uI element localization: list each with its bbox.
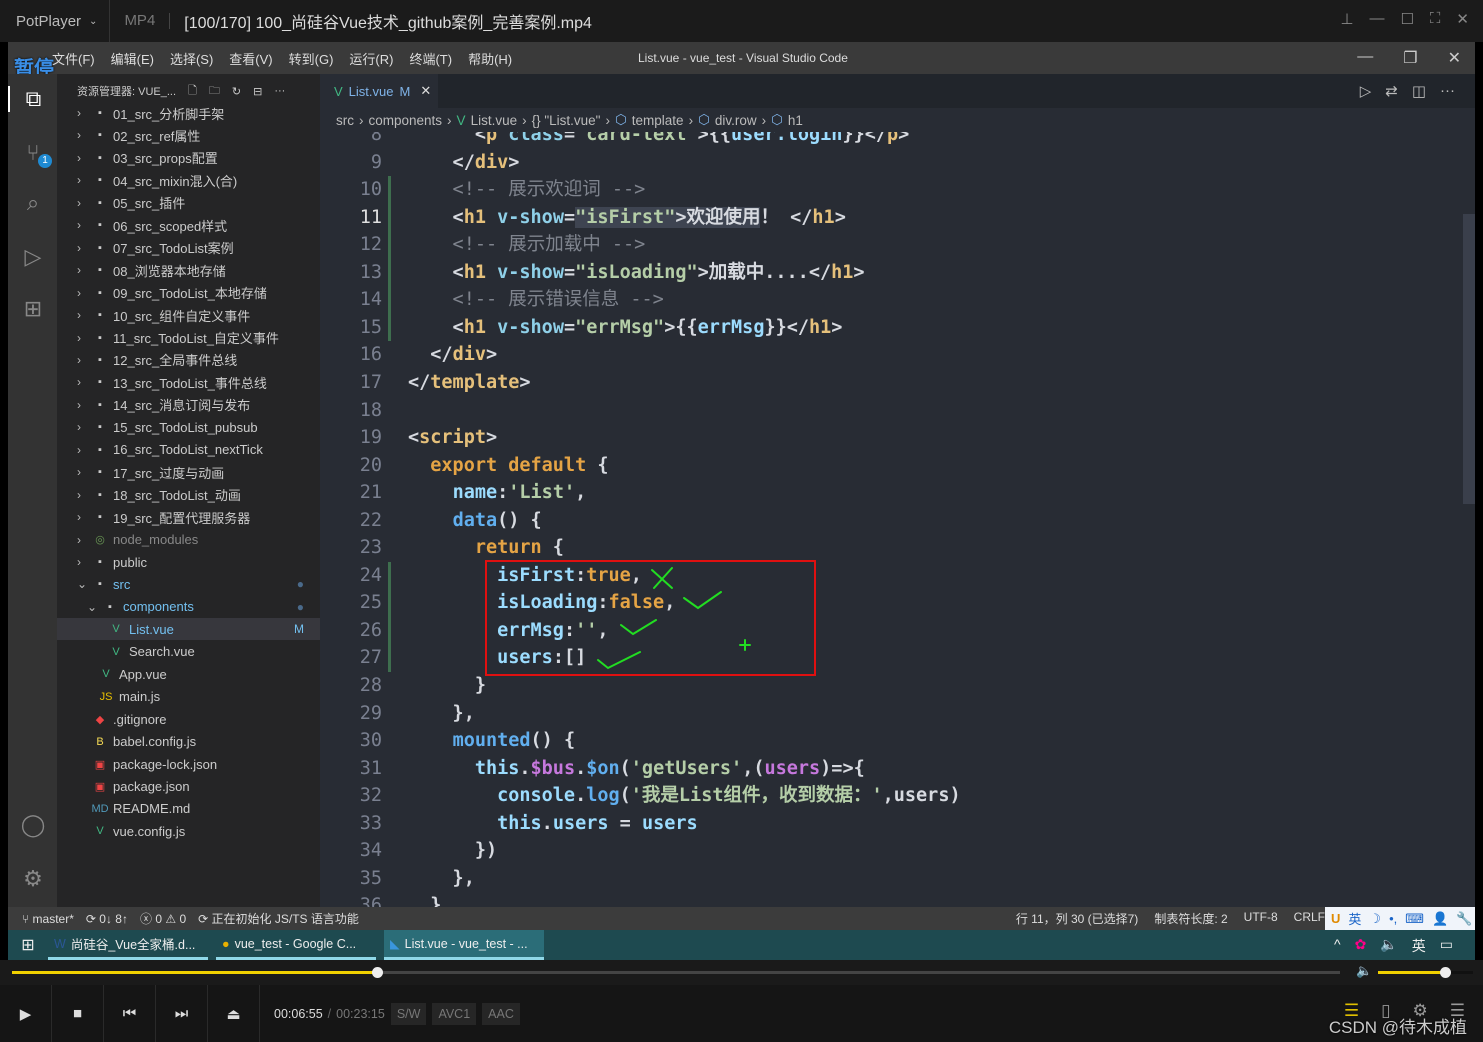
video-codec-tag[interactable]: AVC1: [432, 1002, 477, 1025]
check-mark: [683, 591, 722, 610]
word-icon: W: [54, 936, 66, 951]
time-current: 00:06:55: [274, 1006, 323, 1021]
seek-fill: [12, 971, 378, 974]
start-button[interactable]: ⊞: [8, 930, 48, 960]
time-total: 00:23:15: [336, 1006, 385, 1021]
watermark: CSDN @待木成植: [1328, 1018, 1467, 1037]
branch-status[interactable]: ⑂ master*: [22, 912, 74, 926]
taskbar-item[interactable]: ◣ List.vue - vue_test - ...: [384, 930, 544, 960]
task-status: ⟳ 正在初始化 JS/TS 语言功能: [198, 912, 359, 926]
audio-codec-tag[interactable]: AAC: [482, 1002, 520, 1025]
plus-mark: [739, 639, 751, 651]
keyboard-icon: ⌨: [1405, 910, 1424, 926]
wrench-icon: 🔧: [1456, 910, 1473, 926]
notification-icon[interactable]: ▭: [1440, 936, 1453, 956]
volume-icon[interactable]: 🔈: [1380, 936, 1397, 956]
mute-icon[interactable]: 🔈: [1356, 963, 1372, 979]
taskbar-item-label: 尚硅谷_Vue全家桶.d...: [70, 938, 196, 952]
taskbar-item[interactable]: ● vue_test - Google C...: [216, 930, 376, 960]
cross-mark: [651, 567, 673, 589]
seek-handle[interactable]: [372, 967, 384, 978]
check-mark: [597, 651, 641, 670]
problems-status[interactable]: ⓧ 0 ⚠ 0: [140, 910, 186, 927]
volume-handle[interactable]: [1439, 967, 1451, 978]
taskbar-item-label: vue_test - Google C...: [234, 936, 357, 951]
chrome-icon: ●: [222, 936, 230, 951]
ime-logo-icon: U: [1331, 911, 1341, 926]
ime-indicator[interactable]: 英: [1412, 936, 1426, 956]
play-button[interactable]: ▶: [0, 985, 52, 1042]
seek-area: 🔈: [0, 960, 1483, 985]
tab-size[interactable]: 制表符长度: 2: [1154, 910, 1227, 927]
vscode-icon: ◣: [390, 937, 400, 951]
check-mark: [620, 619, 657, 636]
next-button[interactable]: ⏭: [156, 985, 208, 1042]
eject-button[interactable]: ⏏: [208, 985, 260, 1042]
punct-icon: •,: [1389, 911, 1398, 926]
encoding[interactable]: UTF-8: [1244, 910, 1278, 927]
previous-button[interactable]: ⏮: [104, 985, 156, 1042]
stop-button[interactable]: ■: [52, 985, 104, 1042]
taskbar-item-label: List.vue - vue_test - ...: [404, 936, 528, 951]
player-controls: ▶ ■ ⏮ ⏭ ⏏ 00:06:55 / 00:23:15 S/W AVC1 A…: [0, 985, 1483, 1042]
cursor-position[interactable]: 行 11，列 30 (已选择7): [1016, 910, 1138, 927]
taskbar-item[interactable]: W 尚硅谷_Vue全家桶.d...: [48, 930, 208, 960]
tray-expand-icon[interactable]: ^: [1334, 936, 1341, 956]
windows-taskbar: ⊞ W 尚硅谷_Vue全家桶.d... ● vue_test - Google C..…: [8, 930, 1475, 960]
moon-icon: ☽: [1369, 910, 1382, 926]
user-icon: 👤: [1432, 910, 1449, 926]
eol[interactable]: CRLF: [1294, 910, 1325, 927]
ime-toolbar[interactable]: U 英 ☽ •, ⌨ 👤 🔧: [1325, 907, 1475, 930]
status-bar: ⑂ master* ⟳ 0↓ 8↑ ⓧ 0 ⚠ 0 ⟳ 正在初始化 JS/TS …: [8, 907, 1475, 930]
tray-app-icon[interactable]: ✿: [1355, 936, 1367, 956]
decoder-tag[interactable]: S/W: [390, 1002, 427, 1025]
sync-status[interactable]: ⟳ 0↓ 8↑: [86, 912, 128, 926]
volume-fill: [1378, 971, 1445, 974]
handwritten-annotations: [597, 567, 751, 670]
